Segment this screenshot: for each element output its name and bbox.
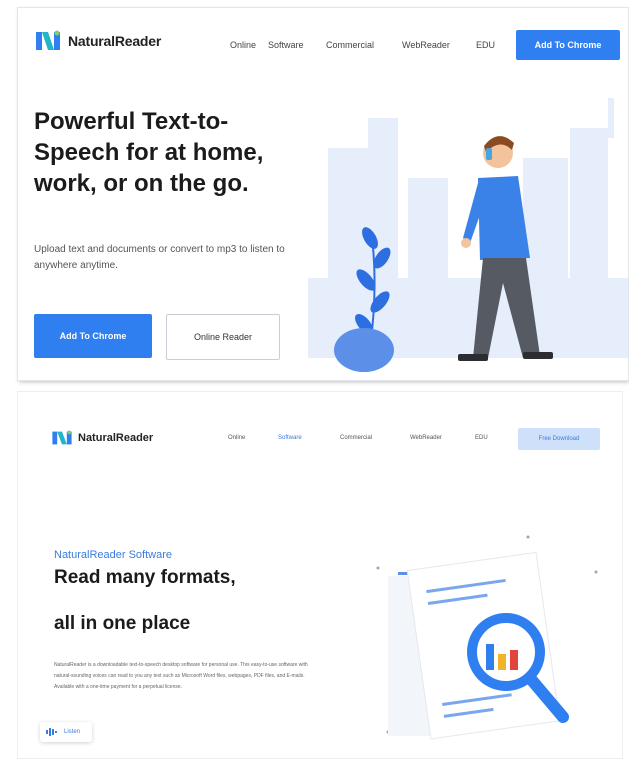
hero-headline-line: Powerful Text-to- [34, 108, 229, 135]
documents-magnifier-illustration [376, 535, 598, 740]
nav-online[interactable]: Online [228, 435, 245, 441]
software-page-screenshot: NaturalReader Online Software Commercial… [18, 392, 622, 758]
naturalreader-logo-icon [36, 30, 60, 50]
section-description: NaturalReader is a downloadable text-to-… [54, 662, 308, 690]
speaker-icon [46, 728, 57, 736]
hero-subtitle: Upload text and documents or convert to … [34, 244, 285, 271]
nav-online[interactable]: Online [230, 40, 256, 50]
naturalreader-logo-icon [52, 430, 72, 445]
brand-name: NaturalReader [68, 33, 162, 49]
hero-headline: Powerful Text-to- Speech for at home, wo… [34, 106, 334, 199]
nav-webreader[interactable]: WebReader [410, 435, 442, 441]
hero-headline-line: work, or on the go. [34, 170, 249, 197]
nav-software[interactable]: Software [268, 40, 304, 50]
section-title: all in one place [54, 613, 191, 634]
nav-webreader[interactable]: WebReader [402, 40, 450, 50]
header-logo[interactable]: NaturalReader [52, 430, 153, 446]
nav-software[interactable]: Software [278, 435, 302, 441]
header-logo[interactable]: NaturalReader [36, 30, 161, 52]
section-title: Read many formats, [54, 567, 236, 588]
nav-edu[interactable]: EDU [475, 435, 488, 441]
add-to-chrome-header-button[interactable]: Add To Chrome [516, 30, 620, 60]
brand-name: NaturalReader [78, 432, 154, 444]
nav-commercial[interactable]: Commercial [326, 40, 374, 50]
listen-label: Listen [64, 729, 81, 735]
walking-person-illustration [308, 98, 628, 372]
hero-headline-line: Speech for at home, [34, 139, 264, 166]
listen-button[interactable]: Listen [40, 722, 92, 742]
section-kicker: NaturalReader Software [54, 549, 173, 561]
nav-edu[interactable]: EDU [476, 40, 495, 50]
free-download-button[interactable]: Free Download [518, 428, 600, 450]
nav-commercial[interactable]: Commercial [340, 435, 372, 441]
homepage-screenshot: NaturalReader Online Software Commercial… [18, 8, 628, 380]
add-to-chrome-button[interactable]: Add To Chrome [34, 314, 152, 358]
online-reader-button[interactable]: Online Reader [166, 314, 280, 360]
